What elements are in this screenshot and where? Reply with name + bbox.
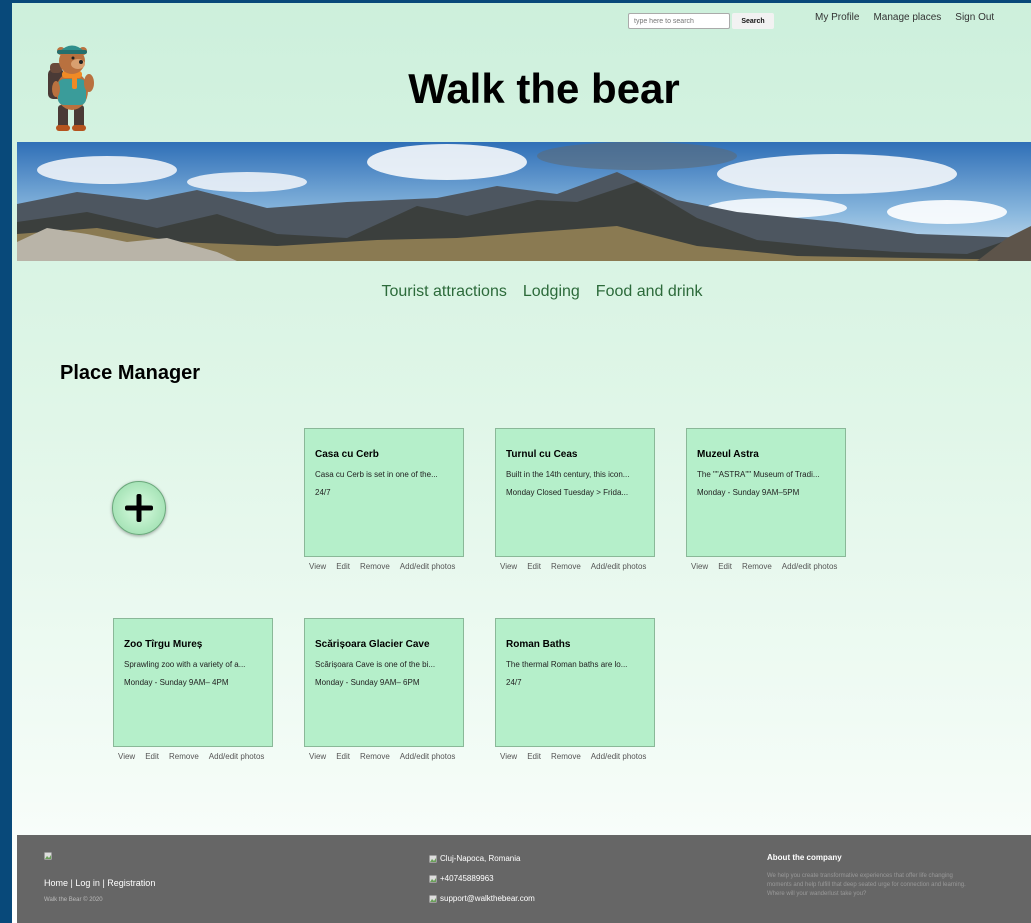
place-card[interactable]: Turnul cu Ceas Built in the 14th century… [495,428,655,557]
place-actions: View Edit Remove Add/edit photos [309,562,459,571]
my-profile-link[interactable]: My Profile [815,12,859,23]
nav-lodging[interactable]: Lodging [523,283,580,301]
edit-photos-link[interactable]: Add/edit photos [400,752,456,761]
place-card[interactable]: Zoo Tîrgu Mureș Sprawling zoo with a var… [113,618,273,747]
view-place-link[interactable]: View [309,562,326,571]
contact-location: Cluj-Napoca, Romania [429,854,520,863]
place-hours: Monday - Sunday 9AM– 6PM [315,678,420,687]
place-title: Turnul cu Ceas [506,449,578,460]
remove-place-link[interactable]: Remove [742,562,772,571]
place-title: Scărișoara Glacier Cave [315,639,430,650]
plus-icon [125,494,153,522]
edit-photos-link[interactable]: Add/edit photos [209,752,265,761]
main-nav: Tourist attractions Lodging Food and dri… [12,283,1031,301]
search-bar: Search [628,13,774,29]
footer-registration-link[interactable]: Registration [107,878,155,888]
manage-places-link[interactable]: Manage places [873,12,941,23]
search-input[interactable] [628,13,730,29]
place-title: Roman Baths [506,639,571,650]
about-text: We help you create transformative experi… [767,873,966,897]
remove-place-link[interactable]: Remove [551,752,581,761]
location-text: Cluj-Napoca, Romania [440,854,521,863]
place-hours: Monday - Sunday 9AM– 4PM [124,678,229,687]
phone-text: +40745889963 [440,874,494,883]
copyright: Walk the Bear © 2020 [44,897,103,903]
top-nav: My Profile Manage places Sign Out [815,12,994,23]
place-description: The ""ASTRA"" Museum of Tradi... [697,470,820,479]
place-description: Scărișoara Cave is one of the bi... [315,660,436,669]
view-place-link[interactable]: View [118,752,135,761]
place-hours: Monday Closed Tuesday > Frida... [506,488,629,497]
place-title: Zoo Tîrgu Mureș [124,639,203,650]
remove-place-link[interactable]: Remove [360,752,390,761]
broken-image-icon [429,894,437,903]
view-place-link[interactable]: View [500,562,517,571]
edit-photos-link[interactable]: Add/edit photos [400,562,456,571]
remove-place-link[interactable]: Remove [169,752,199,761]
nav-tourist-attractions[interactable]: Tourist attractions [381,283,506,301]
place-card[interactable]: Muzeul Astra The ""ASTRA"" Museum of Tra… [686,428,846,557]
place-card[interactable]: Scărișoara Glacier Cave Scărișoara Cave … [304,618,464,747]
page-title: Place Manager [60,362,201,384]
nav-food-and-drink[interactable]: Food and drink [596,283,703,301]
edit-place-link[interactable]: Edit [336,752,350,761]
edit-place-link[interactable]: Edit [527,752,541,761]
edit-place-link[interactable]: Edit [718,562,732,571]
edit-place-link[interactable]: Edit [527,562,541,571]
place-hours: 24/7 [506,678,522,687]
footer-separator: | [102,878,105,888]
remove-place-link[interactable]: Remove [551,562,581,571]
place-hours: Monday - Sunday 9AM–5PM [697,488,800,497]
edit-photos-link[interactable]: Add/edit photos [591,562,647,571]
footer-links: Home | Log in | Registration [44,878,155,888]
place-hours: 24/7 [315,488,331,497]
place-description: Built in the 14th century, this icon... [506,470,630,479]
edit-place-link[interactable]: Edit [336,562,350,571]
edit-photos-link[interactable]: Add/edit photos [591,752,647,761]
search-button[interactable]: Search [732,13,774,29]
place-actions: View Edit Remove Add/edit photos [500,562,650,571]
place-description: Casa cu Cerb is set in one of the... [315,470,438,479]
broken-image-icon [429,874,437,883]
mountain-banner-image [17,142,1031,261]
place-actions: View Edit Remove Add/edit photos [309,752,459,761]
add-place-button[interactable] [112,481,166,535]
broken-image-icon [44,852,52,860]
place-description: The thermal Roman baths are lo... [506,660,628,669]
place-title: Muzeul Astra [697,449,759,460]
place-actions: View Edit Remove Add/edit photos [500,752,650,761]
sign-out-link[interactable]: Sign Out [955,12,994,23]
remove-place-link[interactable]: Remove [360,562,390,571]
place-card[interactable]: Casa cu Cerb Casa cu Cerb is set in one … [304,428,464,557]
footer-login-link[interactable]: Log in [75,878,100,888]
place-card[interactable]: Roman Baths The thermal Roman baths are … [495,618,655,747]
place-title: Casa cu Cerb [315,449,379,460]
edit-photos-link[interactable]: Add/edit photos [782,562,838,571]
site-title: Walk the bear [408,65,680,112]
footer: Home | Log in | Registration Walk the Be… [17,835,1031,923]
email-link[interactable]: support@walkthebear.com [440,894,535,903]
view-place-link[interactable]: View [691,562,708,571]
view-place-link[interactable]: View [500,752,517,761]
place-actions: View Edit Remove Add/edit photos [118,752,268,761]
broken-image-icon [429,854,437,863]
edit-place-link[interactable]: Edit [145,752,159,761]
footer-home-link[interactable]: Home [44,878,68,888]
about-title: About the company [767,853,842,862]
place-description: Sprawling zoo with a variety of a... [124,660,246,669]
contact-email: support@walkthebear.com [429,894,535,903]
footer-separator: | [70,878,73,888]
place-actions: View Edit Remove Add/edit photos [691,562,841,571]
page: Search My Profile Manage places Sign Out [12,3,1031,923]
view-place-link[interactable]: View [309,752,326,761]
contact-phone: +40745889963 [429,874,494,883]
